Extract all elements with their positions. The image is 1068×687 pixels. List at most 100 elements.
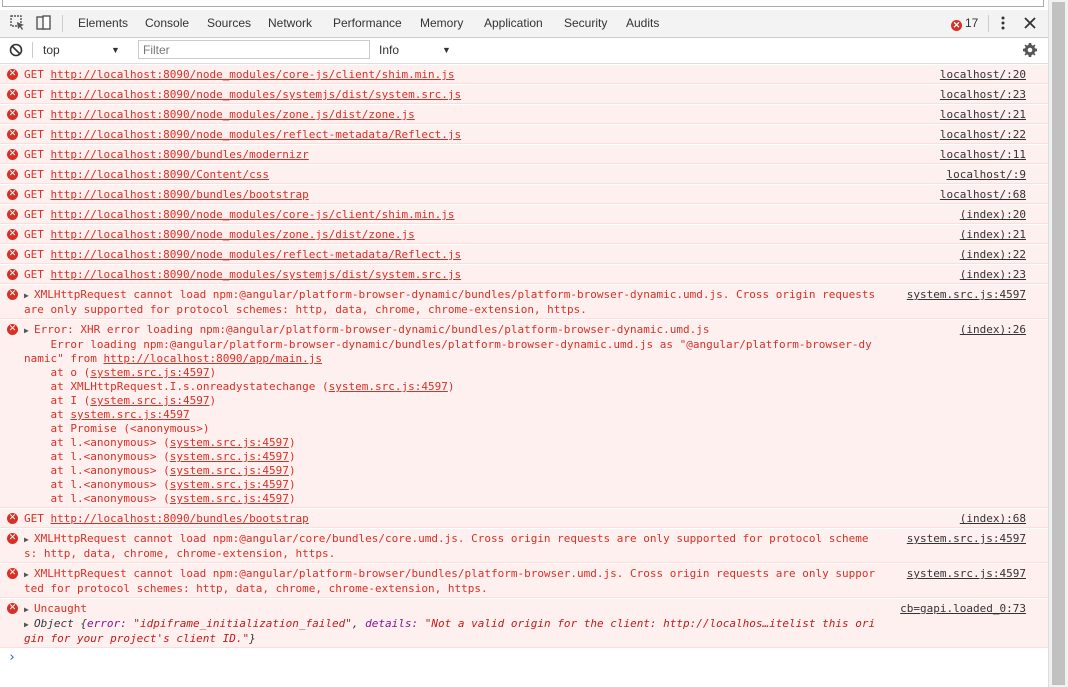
tab-console[interactable]: Console bbox=[145, 16, 189, 30]
console-error-message: ✕ localhost/:9 GET http://localhost:8090/C… bbox=[0, 164, 1048, 184]
log-levels-dropdown[interactable]: Info ▼ bbox=[379, 41, 459, 59]
stack-frame-link[interactable]: system.src.js:4597 bbox=[170, 464, 289, 477]
expand-triangle-icon[interactable]: ▶ bbox=[24, 533, 34, 547]
expand-triangle-icon[interactable]: ▶ bbox=[24, 568, 34, 582]
stack-frame-link[interactable]: system.src.js:4597 bbox=[170, 492, 289, 505]
expand-triangle-icon[interactable]: ▶ bbox=[24, 324, 34, 338]
tab-audits[interactable]: Audits bbox=[626, 16, 659, 30]
stack-frame-suffix: ) bbox=[288, 478, 296, 491]
error-icon: ✕ bbox=[7, 229, 18, 240]
console-error-message: ✕ (index):68 GET http://localhost:8090/bun… bbox=[0, 508, 1048, 528]
stack-frame-link[interactable]: system.src.js:4597 bbox=[170, 478, 289, 491]
inspect-element-icon[interactable] bbox=[9, 14, 27, 32]
context-label: top bbox=[43, 43, 60, 57]
console-error-message: ✕ localhost/:21 GET http://localhost:8090/… bbox=[0, 104, 1048, 124]
message-text: GET http://localhost:8090/node_modules/z… bbox=[24, 108, 415, 121]
stack-frame-link[interactable]: system.src.js:4597 bbox=[170, 450, 289, 463]
device-toolbar-icon[interactable] bbox=[34, 14, 52, 32]
request-url-link[interactable]: http://localhost:8090/node_modules/zone.… bbox=[51, 108, 415, 121]
stack-frame-link[interactable]: system.src.js:4597 bbox=[329, 380, 448, 393]
request-url-link[interactable]: http://localhost:8090/Content/css bbox=[51, 168, 270, 181]
stack-frame-text: at I ( bbox=[50, 394, 91, 407]
request-url-link[interactable]: http://localhost:8090/node_modules/core-… bbox=[51, 208, 455, 221]
window-top-edge bbox=[0, 0, 1048, 10]
request-url-link[interactable]: http://localhost:8090/bundles/bootstrap bbox=[51, 512, 309, 525]
expand-triangle-icon[interactable]: ▶ bbox=[24, 603, 34, 617]
console-messages: ✕ localhost/:20 GET http://localhost:8090/… bbox=[0, 64, 1048, 665]
request-url-link[interactable]: http://localhost:8090/node_modules/syste… bbox=[51, 88, 462, 101]
tab-elements[interactable]: Elements bbox=[78, 16, 128, 30]
message-text: ▶ Error: XHR error loading npm:@angular/p… bbox=[24, 323, 1026, 506]
object-suffix: } bbox=[249, 632, 256, 645]
tab-sources[interactable]: Sources bbox=[207, 16, 251, 30]
source-link[interactable]: localhost/:20 bbox=[933, 68, 1026, 82]
object-prefix: Object { bbox=[34, 617, 87, 630]
request-url-link[interactable]: http://localhost:8090/node_modules/zone.… bbox=[51, 228, 415, 241]
source-link[interactable]: system.src.js:4597 bbox=[900, 532, 1026, 546]
settings-gear-icon[interactable] bbox=[1022, 42, 1038, 58]
source-link[interactable]: (index):23 bbox=[953, 268, 1026, 282]
tab-network[interactable]: Network bbox=[268, 16, 312, 30]
error-icon: ✕ bbox=[7, 603, 18, 614]
source-link[interactable]: localhost/:9 bbox=[940, 168, 1026, 182]
scrollbar[interactable] bbox=[1048, 0, 1068, 687]
tab-memory[interactable]: Memory bbox=[420, 16, 463, 30]
clear-console-icon[interactable] bbox=[9, 43, 23, 57]
error-icon: ✕ bbox=[7, 533, 18, 544]
request-url-link[interactable]: http://localhost:8090/node_modules/syste… bbox=[51, 268, 462, 281]
error-icon: ✕ bbox=[7, 89, 18, 100]
console-prompt[interactable]: › bbox=[8, 650, 1056, 665]
error-icon: ✕ bbox=[951, 20, 962, 31]
source-link[interactable]: localhost/:68 bbox=[933, 188, 1026, 202]
dropdown-caret-icon: ▼ bbox=[111, 45, 120, 55]
close-icon[interactable] bbox=[1021, 14, 1039, 32]
source-link[interactable]: (index):22 bbox=[953, 248, 1026, 262]
scrollbar-thumb[interactable] bbox=[1052, 2, 1065, 685]
console-error-message: ✕ localhost/:22 GET http://localhost:8090/… bbox=[0, 124, 1048, 144]
error-counter[interactable]: ✕ 17 bbox=[951, 16, 978, 31]
source-link[interactable]: localhost/:21 bbox=[933, 108, 1026, 122]
source-link[interactable]: localhost/:11 bbox=[933, 148, 1026, 162]
expand-triangle-icon[interactable]: ▶ bbox=[24, 289, 34, 303]
console-error-message: ✕ system.src.js:4597 ▶ XMLHttpRequest canno… bbox=[0, 563, 1048, 598]
message-text: GET http://localhost:8090/node_modules/s… bbox=[24, 88, 462, 101]
request-url-link[interactable]: http://localhost:8090/node_modules/refle… bbox=[51, 128, 462, 141]
detail-url-link[interactable]: http://localhost:8090/app/main.js bbox=[103, 352, 322, 365]
toolbar-divider bbox=[988, 15, 989, 32]
source-link[interactable]: (index):21 bbox=[953, 228, 1026, 242]
tab-security[interactable]: Security bbox=[564, 16, 607, 30]
stack-frame-suffix: ) bbox=[288, 492, 296, 505]
stack-frame-link[interactable]: system.src.js:4597 bbox=[90, 394, 209, 407]
context-selector[interactable]: top ▼ bbox=[35, 41, 127, 59]
source-link[interactable]: localhost/:22 bbox=[933, 128, 1026, 142]
error-object[interactable]: Object {error: "idpiframe_initialization… bbox=[24, 617, 875, 645]
stack-frame-link[interactable]: system.src.js:4597 bbox=[90, 366, 209, 379]
error-text: Error: XHR error loading npm:@angular/pl… bbox=[34, 323, 710, 336]
source-link[interactable]: (index):20 bbox=[953, 208, 1026, 222]
request-url-link[interactable]: http://localhost:8090/bundles/modernizr bbox=[51, 148, 309, 161]
stack-frame-link[interactable]: system.src.js:4597 bbox=[170, 436, 289, 449]
stack-frame-suffix: ) bbox=[288, 464, 296, 477]
source-link[interactable]: (index):68 bbox=[953, 512, 1026, 526]
error-icon: ✕ bbox=[7, 169, 18, 180]
stack-frame-text: at l.<anonymous> ( bbox=[50, 478, 170, 491]
request-url-link[interactable]: http://localhost:8090/bundles/bootstrap bbox=[51, 188, 309, 201]
stack-frame: at o (system.src.js:4597) bbox=[51, 366, 217, 379]
source-link[interactable]: system.src.js:4597 bbox=[900, 288, 1026, 302]
expand-triangle-icon[interactable]: ▶ bbox=[24, 618, 34, 632]
tab-performance[interactable]: Performance bbox=[333, 16, 402, 30]
console-error-message: ✕ (index):23 GET http://localhost:8090/nod… bbox=[0, 264, 1048, 284]
stack-frame-link[interactable]: system.src.js:4597 bbox=[70, 408, 189, 421]
more-options-icon[interactable] bbox=[994, 14, 1012, 32]
source-link[interactable]: localhost/:23 bbox=[933, 88, 1026, 102]
message-text: GET http://localhost:8090/bundles/bootst… bbox=[24, 188, 309, 201]
stack-frame-suffix: ) bbox=[288, 450, 296, 463]
filter-input[interactable] bbox=[138, 40, 370, 59]
tab-application[interactable]: Application bbox=[484, 16, 543, 30]
source-link[interactable]: system.src.js:4597 bbox=[900, 567, 1026, 581]
request-url-link[interactable]: http://localhost:8090/node_modules/refle… bbox=[51, 248, 462, 261]
error-text: XMLHttpRequest cannot load npm:@angular/… bbox=[24, 532, 869, 560]
request-url-link[interactable]: http://localhost:8090/node_modules/core-… bbox=[51, 68, 455, 81]
source-link[interactable]: cb=gapi.loaded_0:73 bbox=[894, 602, 1026, 616]
source-link[interactable]: (index):26 bbox=[953, 323, 1026, 337]
